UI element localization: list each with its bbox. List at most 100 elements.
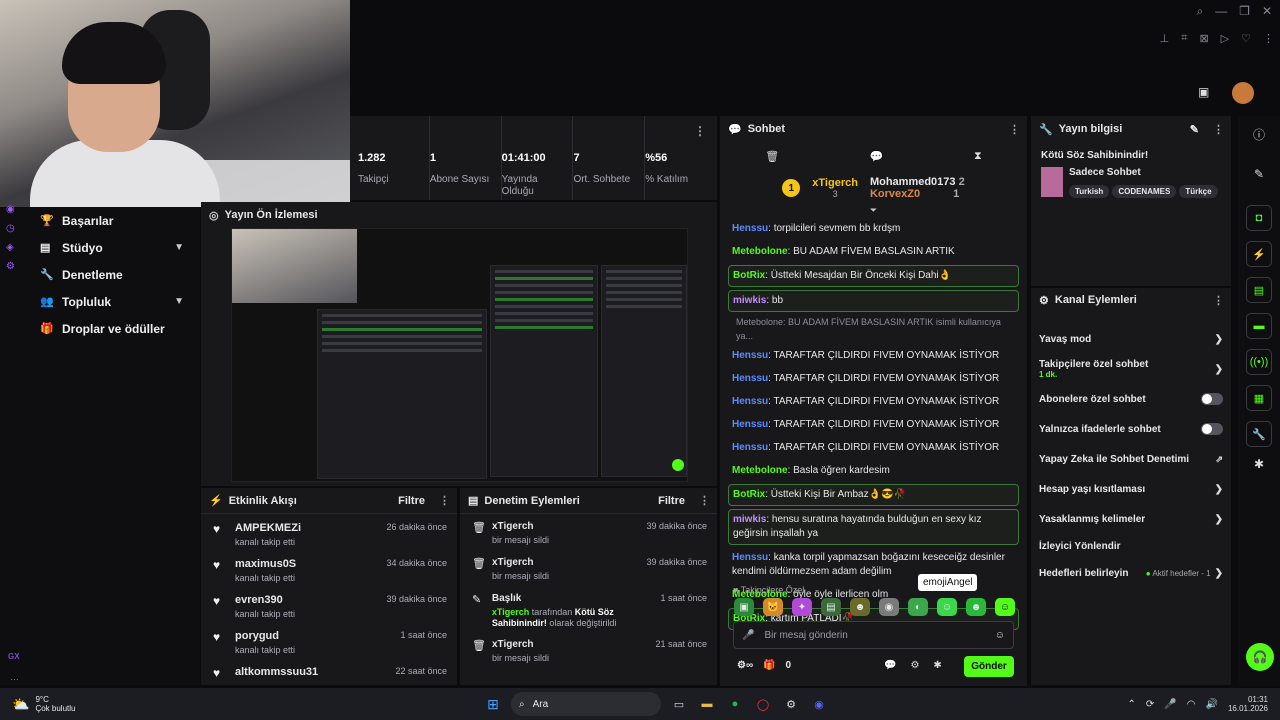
kick-points-icon[interactable]: ⚙∞	[737, 660, 753, 671]
leader-third[interactable]: KorvexZ0	[870, 188, 920, 200]
emote-icon[interactable]: ☺	[995, 598, 1015, 616]
chat-input[interactable]: 🎤 Bir mesaj gönderin ☺	[733, 621, 1014, 649]
layout-icon[interactable]: ▦	[1246, 385, 1272, 411]
tag[interactable]: Türkçe	[1179, 185, 1218, 198]
tag[interactable]: CODENAMES	[1112, 185, 1177, 198]
tag-icon[interactable]: ◈	[6, 242, 15, 253]
activity-user[interactable]: maximus0S	[235, 558, 296, 570]
minimize-icon[interactable]: —	[1215, 4, 1227, 19]
chat-username[interactable]: Metebolone	[732, 246, 788, 257]
studio-icon[interactable]: ▣	[1198, 85, 1209, 99]
trash-icon[interactable]: 🗑	[765, 150, 779, 163]
activity-user[interactable]: evren390	[235, 594, 295, 606]
bolt-icon[interactable]: ⚡	[1246, 241, 1272, 267]
opera-gx-icon[interactable]: ◯	[753, 694, 773, 714]
collapse-icon[interactable]: ⏷	[720, 205, 1027, 216]
clock-date[interactable]: 16.01.2026	[1228, 704, 1268, 713]
gift-icon[interactable]: 🎁	[763, 660, 775, 671]
emote-icon[interactable]: 🐱	[763, 598, 783, 616]
hourglass-icon[interactable]: ⧗	[974, 150, 982, 163]
sync-icon[interactable]: ⟳	[1146, 699, 1154, 710]
channel-row-followers-only[interactable]: Takipçilere özel sohbet 1 dk. ❯	[1031, 354, 1231, 384]
chevron-up-icon[interactable]: ⌃	[1128, 699, 1136, 710]
weather-widget[interactable]: ⛅ 9°C Çok bulutlu	[0, 695, 200, 713]
mod-desc-user[interactable]: xTigerch	[492, 607, 529, 617]
emote-icon[interactable]: ◐	[908, 598, 928, 616]
settings-icon[interactable]: ⚙	[6, 261, 15, 272]
chat-username[interactable]: BotRix	[733, 489, 765, 500]
more-icon[interactable]: ⋮	[1213, 294, 1224, 307]
nav-item-studio[interactable]: ▤ Stüdyo ▼	[0, 234, 200, 261]
send-button[interactable]: Gönder	[964, 656, 1014, 677]
chat-username[interactable]: Henssu	[732, 223, 768, 234]
speech-icon[interactable]: 💬	[884, 660, 896, 671]
chat-username[interactable]: Henssu	[732, 373, 768, 384]
leader-first[interactable]: xTigerch	[812, 177, 858, 189]
more-icon[interactable]: ⋮	[1009, 123, 1020, 136]
clock-time[interactable]: 01:31	[1228, 695, 1268, 704]
wrench-icon[interactable]: 🔧	[1246, 421, 1272, 447]
mod-user[interactable]: xTigerch	[492, 521, 549, 532]
mic-icon[interactable]: 🎤	[742, 630, 754, 641]
wifi-icon[interactable]: ◠	[1187, 699, 1196, 710]
gear-icon[interactable]: ⚙	[910, 660, 919, 671]
spotify-icon[interactable]: ●	[725, 694, 745, 714]
play-icon[interactable]: ▷	[1221, 32, 1229, 45]
folder-icon[interactable]: ▬	[697, 694, 717, 714]
taskview-icon[interactable]: ▭	[669, 694, 689, 714]
filter-button[interactable]: Filtre	[398, 495, 425, 507]
category-thumbnail[interactable]	[1041, 167, 1063, 197]
channel-row-goals[interactable]: Hedefleri belirleyin ● Aktif hedefler - 1…	[1031, 558, 1231, 588]
search-icon[interactable]: ⌕	[1196, 4, 1203, 19]
camera-icon[interactable]: ◘	[1246, 205, 1272, 231]
chat-username[interactable]: BotRix	[733, 270, 765, 281]
puzzle-icon[interactable]: ✱	[1238, 457, 1280, 471]
taskbar-search[interactable]: ⌕ Ara	[511, 692, 661, 716]
mic-icon[interactable]: 🎤	[1164, 699, 1176, 710]
support-icon[interactable]: 🎧	[1246, 643, 1274, 671]
steam-icon[interactable]: ⚙	[781, 694, 801, 714]
pin-icon[interactable]: ⊥	[1160, 32, 1170, 45]
windows-start-icon[interactable]: ⊞	[483, 694, 503, 714]
crop-icon[interactable]: ⌗	[1181, 32, 1187, 45]
emote-icon[interactable]: ▣	[734, 598, 754, 616]
nav-item-moderation[interactable]: 🔧 Denetleme	[0, 261, 200, 288]
activity-user[interactable]: altkommssuu31	[235, 666, 318, 678]
info-icon[interactable]: ⓘ	[1238, 126, 1280, 143]
channel-row-raid[interactable]: İzleyici Yönlendir	[1031, 534, 1231, 558]
puzzle-icon[interactable]: ✱	[933, 660, 941, 671]
chat-username[interactable]: miwkis	[733, 514, 766, 525]
more-icon[interactable]: ⋮	[1263, 32, 1274, 45]
more-icon[interactable]: ⋮	[699, 494, 710, 507]
channel-row-banned-words[interactable]: Yasaklanmış kelimeler ❯	[1031, 504, 1231, 534]
emote-icon[interactable]: ✦	[792, 598, 812, 616]
nav-item-drops[interactable]: 🎁 Droplar ve ödüller	[0, 315, 200, 342]
emote-icon[interactable]: ◉	[879, 598, 899, 616]
pencil-icon[interactable]: ✎	[1238, 167, 1280, 181]
chat-username[interactable]: Henssu	[732, 419, 768, 430]
clock-icon[interactable]: ◷	[6, 223, 15, 234]
emote-icon[interactable]: ☻	[850, 598, 870, 616]
volume-icon[interactable]: 🔊	[1206, 699, 1218, 710]
block-icon[interactable]: ⊠	[1199, 32, 1208, 45]
tag[interactable]: Turkish	[1069, 185, 1110, 198]
chat-icon[interactable]: ▬	[1246, 313, 1272, 339]
activity-user[interactable]: AMPEKMEZi	[235, 522, 301, 534]
preview-video[interactable]	[231, 228, 688, 482]
stats-more-icon[interactable]: ⋮	[694, 124, 706, 138]
broadcast-icon[interactable]: ((•))	[1246, 349, 1272, 375]
heart-icon[interactable]: ♡	[1241, 32, 1251, 45]
pencil-icon[interactable]: ✎	[1190, 123, 1199, 136]
discord-icon[interactable]: ◉	[809, 694, 829, 714]
chat-username[interactable]: Henssu	[732, 396, 768, 407]
more-icon[interactable]: …	[10, 672, 19, 682]
avatar[interactable]	[1232, 82, 1254, 104]
circle-icon[interactable]: ◉	[6, 204, 15, 215]
chat-username[interactable]: Metebolone	[732, 465, 788, 476]
channel-row-account-age[interactable]: Hesap yaşı kısıtlaması ❯	[1031, 474, 1231, 504]
emoji-icon[interactable]: ☺	[995, 630, 1005, 641]
nav-item-community[interactable]: 👥 Topluluk ▼	[0, 288, 200, 315]
emote-icon[interactable]: ☻	[966, 598, 986, 616]
channel-row-slow-mode[interactable]: Yavaş mod ❯	[1031, 324, 1231, 354]
mod-user[interactable]: xTigerch	[492, 557, 549, 568]
